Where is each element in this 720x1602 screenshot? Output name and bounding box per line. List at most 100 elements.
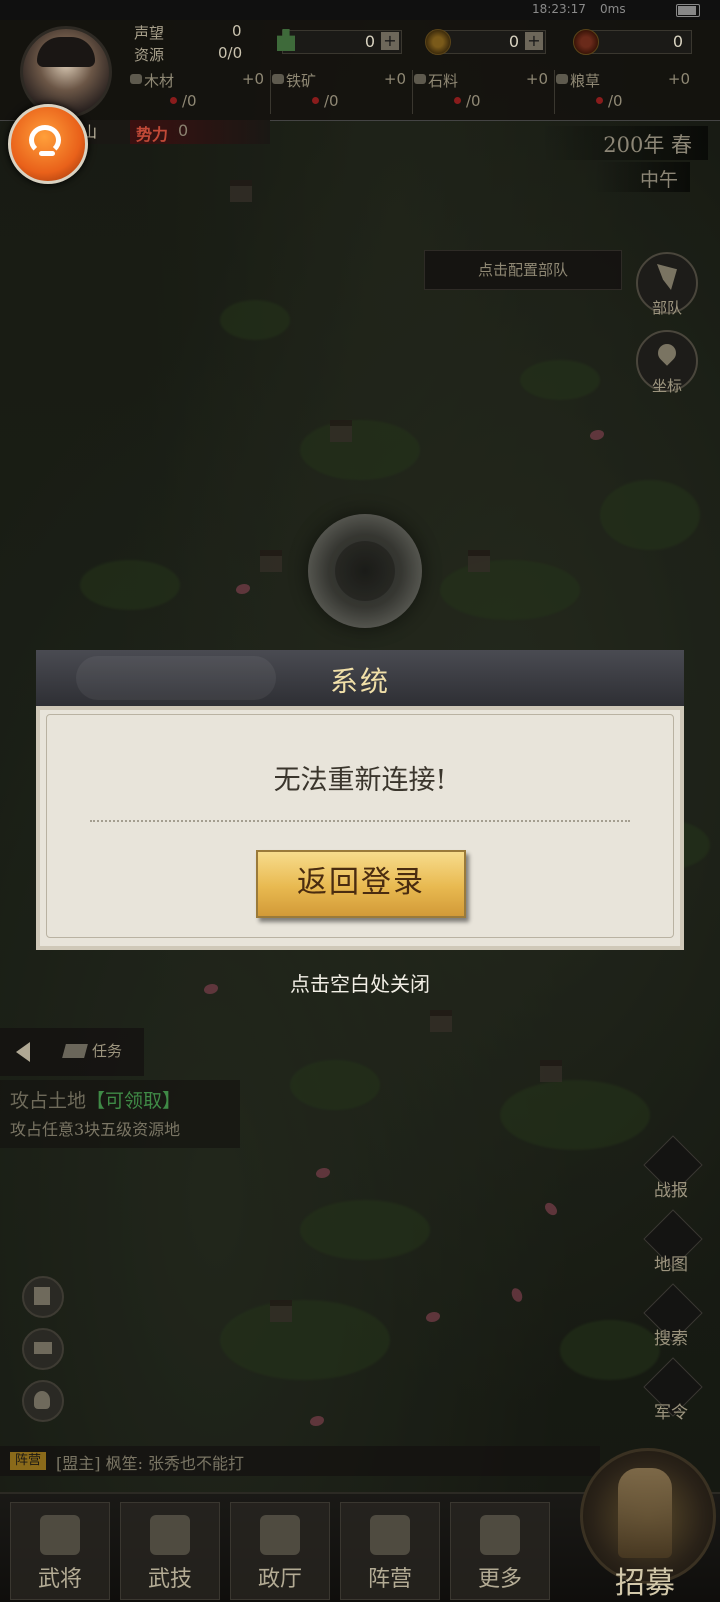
- nav-faction[interactable]: 阵营: [340, 1502, 440, 1600]
- task-tab-label: 任务: [92, 1042, 123, 1060]
- mail-icon: [34, 1342, 52, 1354]
- side-button-label: 军令: [654, 1403, 688, 1423]
- material-count: /0: [608, 92, 623, 110]
- nav-label: 武将: [37, 1567, 82, 1592]
- task-panel[interactable]: 攻占土地【可领取】 攻占任意3块五级资源地: [0, 1080, 240, 1148]
- add-currency-button[interactable]: +: [381, 32, 399, 50]
- resource-label: 资源: [134, 46, 165, 64]
- material-stone: 石料 +0 /0: [414, 70, 555, 114]
- system-dialog: 系统 无法重新连接! 返回登录: [36, 650, 684, 950]
- search-button[interactable]: 搜索: [640, 1283, 703, 1350]
- chat-bar[interactable]: 阵营 [盟主] 枫笙: 张秀也不能打: [0, 1446, 600, 1476]
- currency-copper: 0 +: [425, 29, 546, 55]
- nav-label: 政厅: [257, 1567, 302, 1592]
- task-flag-icon: [62, 1044, 88, 1058]
- currency-gold: 0: [573, 29, 692, 55]
- material-name: 粮草: [570, 72, 601, 90]
- nav-more[interactable]: 更多: [450, 1502, 550, 1600]
- nav-label: 更多: [477, 1567, 522, 1592]
- battle-report-button[interactable]: 战报: [640, 1135, 703, 1202]
- collapse-arrow-icon[interactable]: [16, 1042, 30, 1062]
- nav-label: 阵营: [367, 1567, 412, 1592]
- currency-value: 0: [508, 32, 519, 51]
- dialog-divider: [90, 820, 630, 822]
- reputation-value: 0: [232, 22, 242, 40]
- notebook-button[interactable]: [22, 1276, 64, 1318]
- dialog-header: 系统: [36, 650, 684, 708]
- recruit-label: 招募: [615, 1566, 675, 1601]
- mail-button[interactable]: [22, 1328, 64, 1370]
- currency-tower: 0 +: [277, 29, 402, 54]
- season-year: 200年 春: [603, 133, 692, 157]
- resource-value: 0/0: [218, 44, 243, 62]
- time-of-day: 中午: [639, 169, 678, 191]
- virtual-joystick[interactable]: [308, 514, 422, 628]
- player-avatar[interactable]: [20, 26, 112, 118]
- task-title: 攻占土地: [10, 1090, 87, 1112]
- nav-skills[interactable]: 武技: [120, 1502, 220, 1600]
- recruit-button[interactable]: 招募: [580, 1448, 716, 1601]
- troops-button[interactable]: 部队: [636, 252, 698, 317]
- flag-icon: [657, 264, 677, 290]
- task-tab[interactable]: 任务: [0, 1028, 144, 1076]
- people-icon: [34, 1391, 50, 1409]
- side-button-label: 战报: [654, 1181, 688, 1201]
- nav-government-hall[interactable]: 政厅: [230, 1502, 330, 1600]
- troops-label: 部队: [651, 299, 682, 317]
- dialog-message: 无法重新连接!: [273, 765, 447, 796]
- warning-dot-icon: [596, 97, 603, 104]
- status-time: 18:23:17: [532, 2, 586, 16]
- material-gain: +0: [525, 70, 548, 88]
- friends-button[interactable]: [22, 1380, 64, 1422]
- material-gain: +0: [383, 70, 406, 88]
- coordinates-button[interactable]: 坐标: [636, 330, 698, 395]
- dialog-body: 无法重新连接! 返回登录: [36, 706, 684, 950]
- warning-dot-icon: [170, 97, 177, 104]
- chat-channel-tag: 阵营: [10, 1452, 46, 1470]
- material-grain: 粮草 +0 /0: [556, 70, 696, 114]
- warning-dot-icon: [454, 97, 461, 104]
- material-count: /0: [182, 92, 197, 110]
- grain-icon: [556, 74, 568, 84]
- return-to-login-button[interactable]: 返回登录: [256, 850, 466, 918]
- season-display: 200年 春: [540, 126, 708, 160]
- warrior-figure-icon: [618, 1468, 672, 1558]
- task-claim-status[interactable]: 【可领取】: [86, 1090, 181, 1112]
- wood-icon: [130, 74, 142, 84]
- battery-icon: [676, 4, 700, 17]
- iron-icon: [272, 74, 284, 84]
- currency-value: 0: [364, 32, 375, 51]
- side-button-label: 地图: [654, 1255, 688, 1275]
- chat-message: [盟主] 枫笙: 张秀也不能打: [56, 1454, 245, 1473]
- banner-icon: [370, 1515, 410, 1555]
- material-name: 铁矿: [286, 72, 317, 90]
- dialog-title: 系统: [329, 665, 390, 698]
- warning-dot-icon: [312, 97, 319, 104]
- stone-icon: [414, 74, 426, 84]
- book-icon: [34, 1287, 50, 1305]
- currency-value: 0: [672, 32, 683, 51]
- task-description: 攻占任意3块五级资源地: [10, 1120, 181, 1139]
- customer-service-button[interactable]: [8, 104, 88, 184]
- time-of-day-display: 中午: [594, 162, 690, 192]
- reputation-label: 声望: [134, 24, 165, 42]
- close-hint: 点击空白处关闭: [290, 972, 430, 996]
- gold-coin-icon: [573, 29, 599, 55]
- material-iron: 铁矿 +0 /0: [272, 70, 413, 114]
- scroll-icon: [150, 1515, 190, 1555]
- location-pin-icon: [654, 340, 680, 366]
- configure-troops-tip[interactable]: 点击配置部队: [424, 250, 622, 290]
- coordinates-label: 坐标: [651, 377, 682, 395]
- material-count: /0: [466, 92, 481, 110]
- military-order-button[interactable]: 军令: [640, 1357, 703, 1424]
- add-currency-button[interactable]: +: [525, 32, 543, 50]
- nav-generals[interactable]: 武将: [10, 1502, 110, 1600]
- material-gain: +0: [667, 70, 690, 88]
- pagoda-icon: [260, 1515, 300, 1555]
- map-button[interactable]: 地图: [640, 1209, 703, 1276]
- nav-label: 武技: [147, 1567, 192, 1592]
- status-bar: 18:23:17 0ms: [0, 0, 720, 20]
- side-button-label: 搜索: [654, 1329, 688, 1349]
- material-count: /0: [324, 92, 339, 110]
- status-network: 0ms: [600, 2, 626, 16]
